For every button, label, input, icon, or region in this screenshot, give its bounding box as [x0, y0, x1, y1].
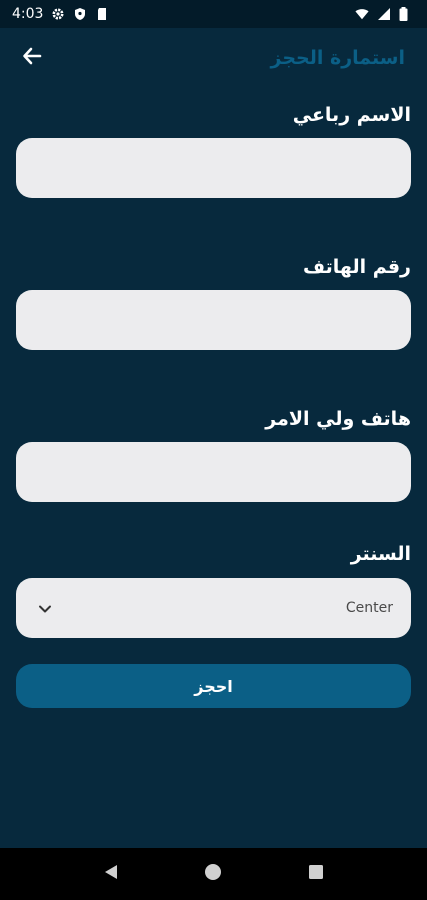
home-circle-icon [204, 863, 222, 885]
nav-back-button[interactable] [91, 854, 131, 894]
nav-home-button[interactable] [193, 854, 233, 894]
full-name-input[interactable] [16, 138, 411, 198]
guardian-phone-label: هاتف ولي الامر [265, 408, 411, 430]
center-label: السنتر [350, 543, 411, 565]
gear-icon [51, 7, 65, 21]
signal-icon [377, 7, 391, 21]
shield-icon [73, 7, 87, 21]
nav-recents-button[interactable] [296, 854, 336, 894]
back-button[interactable] [20, 46, 44, 70]
back-triangle-icon [103, 863, 119, 885]
book-button[interactable]: احجز [16, 664, 411, 708]
full-name-label: الاسم رباعي [292, 104, 411, 126]
status-time: 4:03 [12, 6, 44, 22]
status-right [355, 7, 413, 21]
chevron-down-icon [38, 599, 52, 618]
center-select-value: Center [345, 600, 393, 616]
status-bar: 4:03 [0, 0, 427, 28]
arrow-left-icon [22, 46, 42, 70]
center-select[interactable]: Center [16, 578, 411, 638]
wifi-icon [355, 7, 369, 21]
phone-input[interactable] [16, 290, 411, 350]
guardian-phone-input[interactable] [16, 442, 411, 502]
status-left: 4:03 [12, 6, 109, 22]
sd-card-icon [95, 7, 109, 21]
page-title: استمارة الحجز [270, 47, 405, 69]
system-nav-bar [0, 848, 427, 900]
battery-icon [399, 7, 413, 21]
phone-label: رقم الهاتف [303, 256, 411, 278]
app-bar: استمارة الحجز [0, 28, 427, 88]
recents-square-icon [308, 864, 324, 884]
